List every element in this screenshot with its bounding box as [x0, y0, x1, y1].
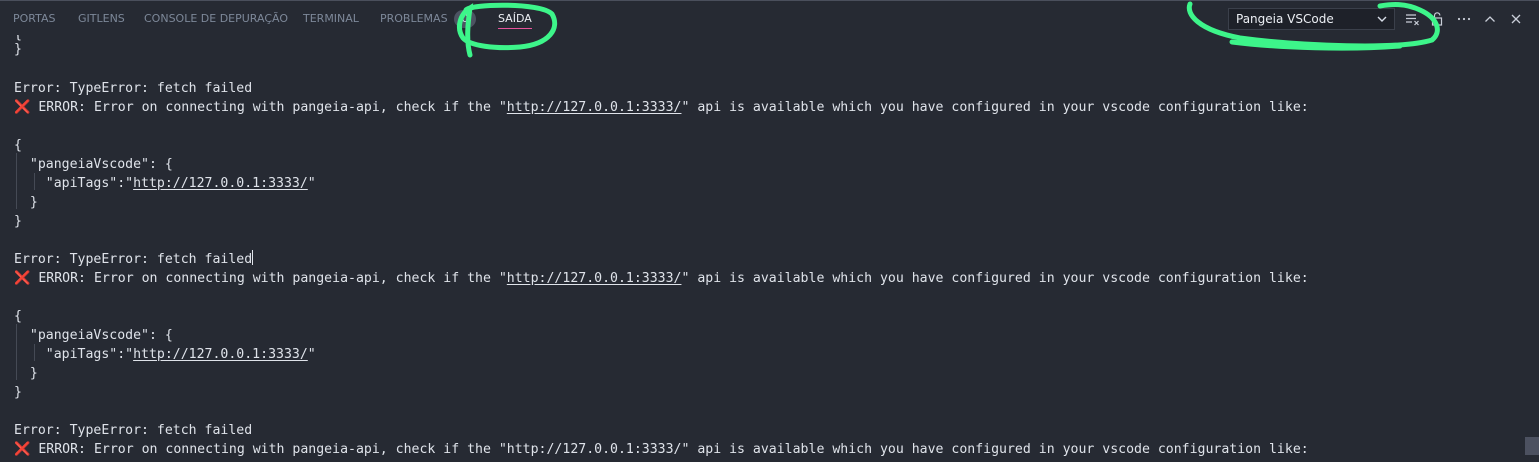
output-panel[interactable]: { } Error: TypeError: fetch failed ❌ ERR…	[0, 35, 1525, 462]
output-line: "apiTags":"http://127.0.0.1:3333/"	[14, 174, 316, 193]
output-line: Error: TypeError: fetch failed	[14, 423, 253, 438]
tab-gitlens[interactable]: GITLENS	[78, 12, 125, 28]
chevron-down-icon	[1376, 9, 1388, 29]
error-fetch-text: Error: TypeError: fetch failed	[14, 252, 253, 267]
text-cursor	[252, 250, 254, 265]
url-link[interactable]: http://127.0.0.1:3333/	[507, 100, 682, 115]
lock-icon[interactable]	[1429, 10, 1447, 28]
tab-portas[interactable]: PORTAS	[13, 12, 56, 28]
more-actions-icon[interactable]	[1455, 10, 1473, 28]
output-line: Error: TypeError: fetch failed	[14, 250, 254, 269]
tab-console-de-depuracao[interactable]: CONSOLE DE DEPURAÇÃO	[144, 12, 288, 28]
tab-problemas[interactable]: PROBLEMAS	[380, 12, 448, 28]
close-panel-icon[interactable]	[1507, 10, 1525, 28]
error-text: ERROR: Error on connecting with pangeia-…	[30, 271, 507, 286]
tab-saida[interactable]: SAÍDA	[498, 12, 532, 29]
output-line: "pangeiaVscode": {	[14, 328, 173, 343]
output-line: "apiTags":"http://127.0.0.1:3333/"	[14, 345, 316, 364]
output-line: }	[14, 385, 22, 400]
output-line: "pangeiaVscode": {	[14, 157, 173, 172]
api-tags-suffix: "	[307, 176, 316, 191]
output-line: Error: TypeError: fetch failed	[14, 81, 253, 96]
output-channel-value: Pangeia VSCode	[1236, 12, 1334, 26]
output-line: }	[14, 214, 22, 229]
tab-terminal[interactable]: TERMINAL	[303, 12, 359, 28]
output-line: {	[14, 138, 22, 153]
output-line: ❌ ERROR: Error on connecting with pangei…	[14, 440, 1309, 459]
url-link[interactable]: http://127.0.0.1:3333/	[133, 176, 308, 191]
api-tags-prefix: "apiTags":"	[14, 347, 134, 362]
output-line: ❌ ERROR: Error on connecting with pangei…	[14, 269, 1309, 288]
output-line: }	[14, 195, 38, 210]
url-link[interactable]: http://127.0.0.1:3333/	[507, 271, 682, 286]
panel-header: PORTAS GITLENS CONSOLE DE DEPURAÇÃO TERM…	[0, 1, 1539, 35]
url-link[interactable]: http://127.0.0.1:3333/	[133, 347, 308, 362]
error-text: ERROR: Error on connecting with pangeia-…	[30, 442, 507, 457]
output-scrollbar-thumb[interactable]	[1525, 437, 1539, 455]
output-line: }	[14, 42, 22, 57]
output-line: ❌ ERROR: Error on connecting with pangei…	[14, 98, 1309, 117]
error-icon: ❌	[14, 442, 31, 457]
output-scrollbar[interactable]	[1525, 35, 1539, 462]
error-text-suffix: " api is available which you have config…	[681, 442, 1309, 457]
tab-saida-label: SAÍDA	[498, 12, 532, 25]
url-text: http://127.0.0.1:3333/	[506, 442, 682, 457]
error-text-suffix: " api is available which you have config…	[681, 100, 1309, 115]
output-line: }	[14, 366, 38, 381]
output-line: {	[14, 309, 22, 324]
api-tags-prefix: "apiTags":"	[14, 176, 134, 191]
error-icon: ❌	[14, 100, 31, 115]
active-tab-underline	[498, 28, 532, 29]
output-channel-select[interactable]: Pangeia VSCode	[1228, 8, 1395, 30]
clear-output-icon[interactable]	[1404, 10, 1422, 28]
problems-count-badge: 0	[454, 10, 476, 28]
api-tags-suffix: "	[307, 347, 316, 362]
error-text: ERROR: Error on connecting with pangeia-…	[30, 100, 507, 115]
error-text-suffix: " api is available which you have config…	[681, 271, 1309, 286]
error-icon: ❌	[14, 271, 31, 286]
maximize-panel-icon[interactable]	[1481, 10, 1499, 28]
